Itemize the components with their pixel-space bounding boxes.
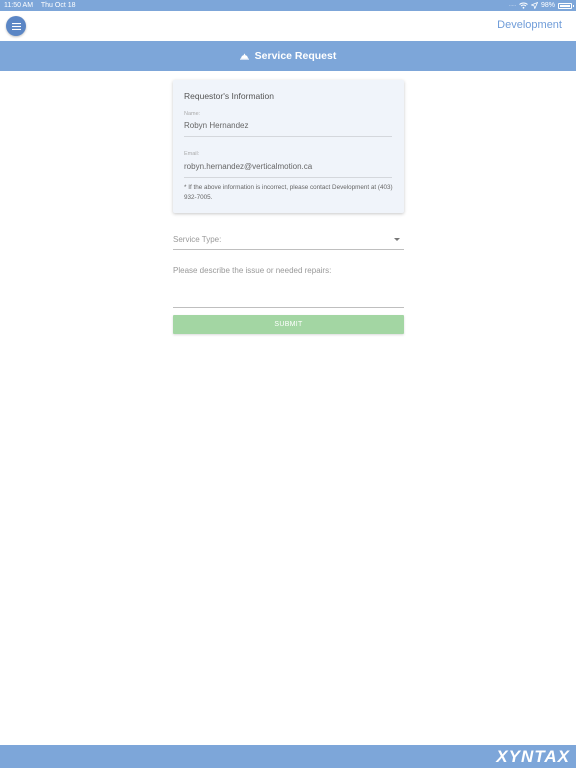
name-label: Name: [184,111,201,117]
email-label: Email: [184,151,200,157]
status-right: ..... 98% [509,0,574,11]
name-value: Robyn Hernandez [184,121,249,130]
page-title: Service Request [254,50,337,62]
xyntax-logo-text: XYNTAX [495,747,570,765]
status-time: 11:50 AM [4,2,34,9]
name-underline [184,136,392,137]
requestor-heading: Requestor's Information [184,91,274,101]
header-title[interactable]: Development [497,19,562,31]
signal-dots: ..... [509,2,516,8]
email-underline [184,177,392,178]
battery-icon [558,2,574,9]
xyntax-logo: XYNTAX [495,747,570,765]
service-bell-icon [239,53,249,60]
battery-percent: 98% [540,2,555,9]
requestor-info-card: Requestor's Information Name: Robyn Hern… [173,80,404,213]
page-title-bar: Service Request [0,41,576,71]
menu-button[interactable] [6,16,26,36]
description-input[interactable]: Please describe the issue or needed repa… [173,262,404,308]
hamburger-menu-icon [11,22,21,30]
submit-button[interactable]: SUBMIT [173,315,404,334]
description-label: Please describe the issue or needed repa… [173,266,332,275]
location-arrow-icon [530,2,538,9]
app-header: Development [0,11,576,41]
wifi-icon [519,2,528,9]
service-type-label: Service Type: [173,235,222,244]
dropdown-arrow-icon [394,238,400,241]
status-left: 11:50 AM Thu Oct 18 [4,0,82,11]
status-bar: 11:50 AM Thu Oct 18 ..... 98% [0,0,576,11]
contact-note: * If the above information is incorrect,… [184,184,393,201]
service-type-select[interactable]: Service Type: [173,231,404,250]
footer-bar: XYNTAX [0,745,576,768]
status-date: Thu Oct 18 [40,2,76,9]
email-value: robyn.hernandez@verticalmotion.ca [184,162,313,171]
